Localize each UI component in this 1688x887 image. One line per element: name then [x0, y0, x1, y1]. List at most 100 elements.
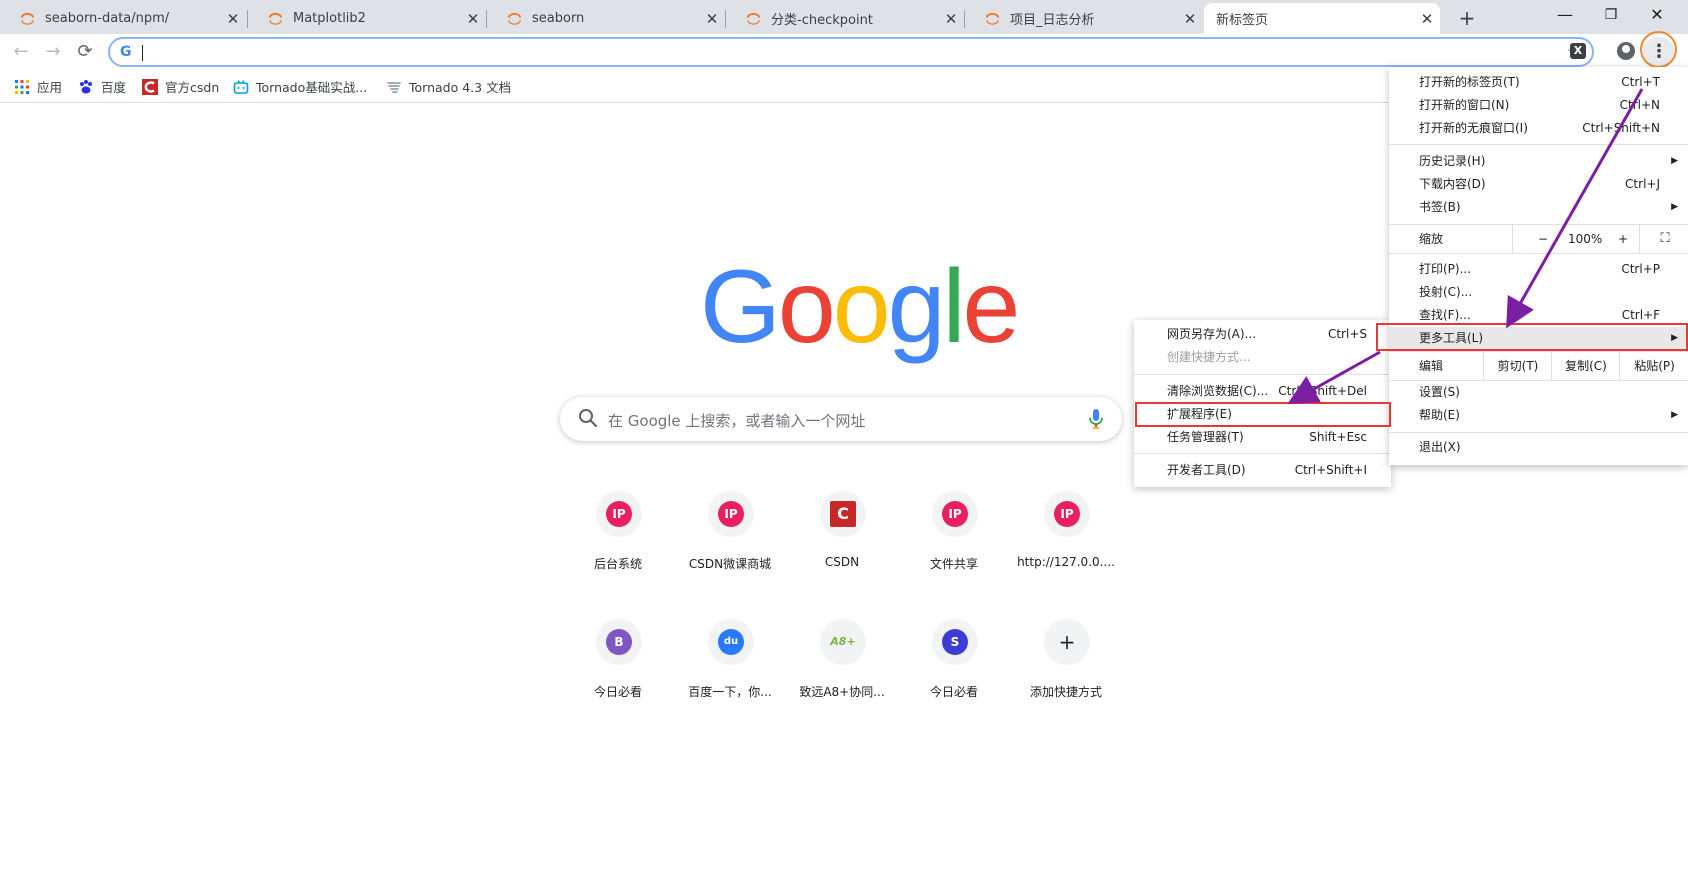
menu-item-label: 历史记录(H) — [1419, 154, 1486, 168]
tab-strip: seaborn-data/npm/ ✕ Matplotlib2 ✕ seabor… — [0, 0, 1688, 34]
highlight-more-tools — [1376, 323, 1688, 351]
menu-item-label: 书签(B) — [1419, 200, 1461, 214]
text-cursor — [142, 45, 143, 61]
menu-item-print[interactable]: 打印(P)... Ctrl+P — [1389, 258, 1688, 281]
bookmark-tornado-bilibili[interactable]: Tornado基础实战... — [233, 77, 367, 96]
shortcut-tile[interactable]: du 百度一下，你... — [674, 613, 786, 725]
extension-icon[interactable]: X — [1570, 43, 1586, 59]
menu-item-label: 打开新的标签页(T) — [1419, 75, 1520, 89]
menu-item-label: 下载内容(D) — [1419, 177, 1486, 191]
menu-item-task-manager[interactable]: 任务管理器(T) Shift+Esc — [1134, 426, 1391, 449]
bookmark-csdn[interactable]: 官方csdn — [142, 77, 219, 96]
bookmark-tornado-docs[interactable]: Tornado 4.3 文档 — [386, 77, 511, 96]
google-logo: Google — [700, 255, 1020, 359]
menu-item-create-shortcut: 创建快捷方式... — [1134, 346, 1391, 369]
shortcut-tile[interactable]: IP 文件共享 — [898, 485, 1010, 597]
zoom-out-button[interactable]: − — [1538, 225, 1548, 253]
tab-title: seaborn-data/npm/ — [45, 11, 170, 26]
shortcut-tile[interactable]: C CSDN — [786, 485, 898, 597]
bilibili-tv-icon — [233, 79, 249, 94]
fullscreen-icon[interactable]: ⛶ — [1639, 225, 1688, 253]
tab-5[interactable]: 项目_日志分析 ✕ — [965, 3, 1203, 34]
google-g-icon: G — [120, 44, 132, 60]
shortcut-tile[interactable]: IP CSDN微课商城 — [674, 485, 786, 597]
menu-item-label: 打印(P)... — [1419, 262, 1472, 276]
menu-item-help[interactable]: 帮助(E) ▶ — [1389, 404, 1688, 427]
ip-icon: IP — [1054, 501, 1080, 527]
tab-2[interactable]: Matplotlib2 ✕ — [248, 3, 486, 34]
menu-item-exit[interactable]: 退出(X) — [1389, 436, 1688, 459]
menu-item-clear-data[interactable]: 清除浏览数据(C)... Ctrl+Shift+Del — [1134, 380, 1391, 403]
menu-item-shortcut: Ctrl+N — [1619, 98, 1660, 112]
address-bar[interactable]: G ☆ — [108, 37, 1594, 67]
tab-1[interactable]: seaborn-data/npm/ ✕ — [0, 3, 246, 34]
logo-letter: e — [962, 249, 1021, 365]
menu-item-edit: 编辑 剪切(T) 复制(C) 粘贴(P) — [1389, 352, 1688, 380]
menu-item-label: 投射(C)... — [1419, 285, 1473, 299]
menu-item-label: 网页另存为(A)... — [1167, 327, 1257, 341]
restore-button[interactable]: ❐ — [1588, 2, 1634, 28]
microphone-icon[interactable] — [1088, 408, 1104, 430]
chrome-main-menu: 打开新的标签页(T) Ctrl+T 打开新的窗口(N) Ctrl+N 打开新的无痕窗… — [1389, 67, 1688, 465]
shortcut-tile[interactable]: IP http://127.0.0.... — [1010, 485, 1122, 597]
menu-item-incognito[interactable]: 打开新的无痕窗口(I) Ctrl+Shift+N — [1389, 117, 1688, 140]
menu-separator — [1134, 374, 1391, 375]
forward-button[interactable]: → — [40, 39, 66, 65]
reload-button[interactable]: ⟳ — [72, 39, 98, 65]
menu-item-label: 打开新的无痕窗口(I) — [1419, 121, 1528, 135]
zoom-in-button[interactable]: + — [1618, 225, 1628, 253]
close-icon[interactable]: ✕ — [699, 10, 725, 28]
search-box[interactable]: 在 Google 上搜索，或者输入一个网址 — [560, 397, 1122, 441]
menu-item-save-page[interactable]: 网页另存为(A)... Ctrl+S — [1134, 323, 1391, 346]
add-shortcut-tile[interactable]: + 添加快捷方式 — [1010, 613, 1122, 725]
bookmark-label: 应用 — [37, 80, 63, 95]
menu-item-dev-tools[interactable]: 开发者工具(D) Ctrl+Shift+I — [1134, 459, 1391, 482]
bookmark-apps[interactable]: 应用 — [14, 77, 62, 96]
new-tab-button[interactable]: + — [1454, 5, 1480, 31]
profile-icon[interactable] — [1617, 42, 1635, 60]
bookmark-baidu[interactable]: 百度 — [78, 77, 126, 96]
tab-title: 分类-checkpoint — [771, 13, 873, 28]
close-icon[interactable]: ✕ — [460, 10, 486, 28]
menu-item-history[interactable]: 历史记录(H) ▶ — [1389, 150, 1688, 173]
shortcut-icon-bg: IP — [1044, 491, 1090, 537]
close-icon[interactable]: ✕ — [1177, 10, 1203, 28]
shortcut-icon-bg: B — [596, 619, 642, 665]
copy-button[interactable]: 复制(C) — [1551, 352, 1620, 380]
menu-item-new-window[interactable]: 打开新的窗口(N) Ctrl+N — [1389, 94, 1688, 117]
menu-item-bookmarks[interactable]: 书签(B) ▶ — [1389, 196, 1688, 219]
menu-item-cast[interactable]: 投射(C)... — [1389, 281, 1688, 304]
close-icon[interactable]: ✕ — [1414, 10, 1440, 28]
shortcut-tile[interactable]: S 今日必看 — [898, 613, 1010, 725]
menu-item-downloads[interactable]: 下载内容(D) Ctrl+J — [1389, 173, 1688, 196]
menu-item-shortcut: Ctrl+T — [1621, 75, 1660, 89]
jupyter-icon — [507, 12, 522, 25]
tab-3[interactable]: seaborn ✕ — [487, 3, 725, 34]
menu-separator — [1134, 453, 1391, 454]
close-icon[interactable]: ✕ — [938, 10, 964, 28]
close-window-button[interactable]: ✕ — [1634, 2, 1680, 28]
bookmark-label: Tornado基础实战... — [256, 80, 368, 95]
baidu-paw-icon: du — [718, 629, 744, 655]
menu-item-settings[interactable]: 设置(S) — [1389, 381, 1688, 404]
tab-4[interactable]: 分类-checkpoint ✕ — [726, 3, 964, 34]
shortcut-tile[interactable]: B 今日必看 — [562, 613, 674, 725]
tab-6-active[interactable]: 新标签页 ✕ — [1204, 3, 1440, 34]
paste-button[interactable]: 粘贴(P) — [1619, 352, 1688, 380]
shortcut-icon-bg: + — [1044, 619, 1090, 665]
tab-title: seaborn — [532, 11, 585, 26]
plus-icon: + — [1054, 629, 1080, 655]
back-button[interactable]: ← — [8, 39, 34, 65]
ip-icon: IP — [718, 501, 744, 527]
close-icon[interactable]: ✕ — [220, 10, 246, 28]
shortcut-tile[interactable]: IP 后台系统 — [562, 485, 674, 597]
shortcut-icon-bg: IP — [932, 491, 978, 537]
menu-item-shortcut: Ctrl+Shift+Del — [1278, 384, 1367, 398]
logo-letter: o — [832, 249, 891, 365]
shortcut-tile[interactable]: A8+ 致远A8+协同... — [786, 613, 898, 725]
cut-button[interactable]: 剪切(T) — [1483, 352, 1552, 380]
menu-item-label: 缩放 — [1419, 232, 1444, 246]
minimize-button[interactable]: — — [1542, 2, 1588, 28]
search-placeholder: 在 Google 上搜索，或者输入一个网址 — [608, 412, 866, 430]
menu-item-new-tab[interactable]: 打开新的标签页(T) Ctrl+T — [1389, 71, 1688, 94]
